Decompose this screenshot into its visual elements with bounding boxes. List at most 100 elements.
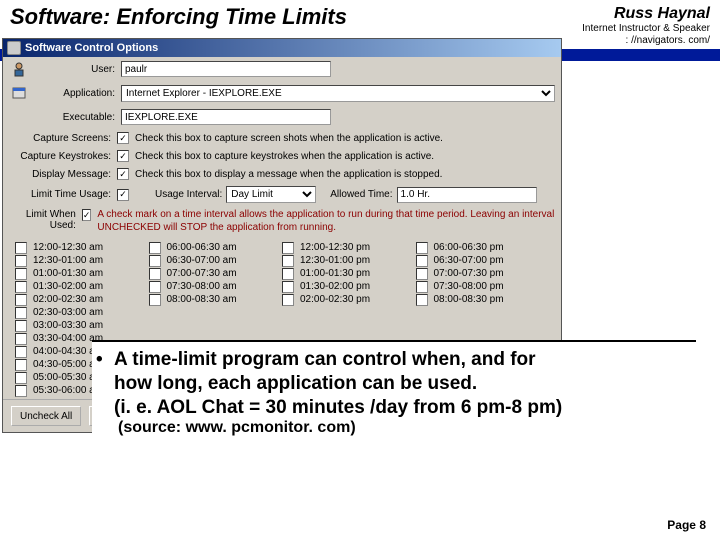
page-number: Page 8 (667, 518, 706, 532)
time-interval-cell[interactable]: 02:00-02:30 am (15, 293, 149, 306)
time-interval-cell[interactable]: 07:00-07:30 pm (416, 267, 550, 280)
time-interval-cell[interactable]: 02:00-02:30 pm (282, 293, 416, 306)
time-interval-label: 12:30-01:00 am (33, 255, 103, 266)
time-interval-cell[interactable]: 06:00-06:30 am (149, 241, 283, 254)
time-interval-cell[interactable]: 12:30-01:00 pm (282, 254, 416, 267)
limit-when-checkbox[interactable]: ✓ (82, 209, 92, 221)
time-interval-checkbox[interactable] (15, 320, 27, 332)
app-row-icon (9, 84, 29, 102)
time-interval-cell[interactable]: 06:30-07:00 am (149, 254, 283, 267)
uncheck-all-button[interactable]: Uncheck All (11, 406, 81, 426)
time-interval-cell[interactable]: 12:00-12:30 am (15, 241, 149, 254)
capture-screens-label: Capture Screens: (9, 133, 117, 144)
capture-keystrokes-checkbox[interactable]: ✓ (117, 150, 129, 162)
usage-interval-select[interactable]: Day Limit (226, 186, 316, 203)
time-interval-cell[interactable]: 06:00-06:30 pm (416, 241, 550, 254)
row-executable: Executable: (3, 105, 561, 129)
time-interval-checkbox[interactable] (282, 294, 294, 306)
time-interval-checkbox[interactable] (149, 281, 161, 293)
time-interval-cell[interactable]: 02:30-03:00 am (15, 306, 149, 319)
time-interval-label: 01:00-01:30 am (33, 268, 103, 279)
dialog-titlebar: Software Control Options (3, 39, 561, 57)
time-interval-cell[interactable]: 07:00-07:30 am (149, 267, 283, 280)
time-interval-label: 12:30-01:00 pm (300, 255, 370, 266)
time-interval-label: 07:00-07:30 am (167, 268, 237, 279)
time-interval-checkbox[interactable] (15, 359, 27, 371)
time-interval-checkbox[interactable] (15, 385, 27, 397)
capture-screens-checkbox[interactable]: ✓ (117, 132, 129, 144)
time-interval-checkbox[interactable] (15, 242, 27, 254)
time-interval-label: 03:00-03:30 am (33, 320, 103, 331)
time-interval-checkbox[interactable] (15, 281, 27, 293)
time-interval-checkbox[interactable] (15, 333, 27, 345)
bullet-line-1: A time-limit program can control when, a… (114, 348, 562, 372)
time-interval-checkbox[interactable] (149, 242, 161, 254)
time-interval-cell (282, 318, 416, 330)
time-interval-checkbox[interactable] (149, 268, 161, 280)
time-interval-checkbox[interactable] (416, 242, 428, 254)
time-interval-checkbox[interactable] (15, 294, 27, 306)
time-interval-cell[interactable]: 03:00-03:30 am (15, 319, 149, 332)
executable-label: Executable: (33, 112, 121, 123)
app-icon (7, 41, 21, 55)
time-interval-checkbox[interactable] (149, 294, 161, 306)
bullet-line-2: how long, each application can be used. (114, 372, 562, 396)
time-interval-checkbox[interactable] (416, 294, 428, 306)
time-interval-label: 06:30-07:00 am (167, 255, 237, 266)
time-interval-checkbox[interactable] (282, 281, 294, 293)
slide-bullet-box: • A time-limit program can control when,… (92, 340, 696, 443)
time-interval-cell (149, 306, 283, 318)
time-interval-label: 06:00-06:30 pm (434, 242, 504, 253)
time-interval-label: 02:00-02:30 am (33, 294, 103, 305)
user-input[interactable] (121, 61, 331, 77)
time-interval-label: 06:30-07:00 pm (434, 255, 504, 266)
time-interval-cell[interactable]: 12:00-12:30 pm (282, 241, 416, 254)
limit-time-checkbox[interactable]: ✓ (117, 189, 129, 201)
row-application: Application: Internet Explorer - IEXPLOR… (3, 81, 561, 105)
author-url: : //navigators. com/ (582, 35, 710, 47)
time-interval-cell[interactable]: 06:30-07:00 pm (416, 254, 550, 267)
time-interval-checkbox[interactable] (282, 255, 294, 267)
limit-when-desc: A check mark on a time interval allows t… (97, 209, 555, 234)
time-interval-label: 12:00-12:30 am (33, 242, 103, 253)
time-interval-label: 07:30-08:00 pm (434, 281, 504, 292)
allowed-time-input[interactable] (397, 187, 537, 203)
time-interval-cell (416, 318, 550, 330)
row-limit-when: Limit When Used: ✓ A check mark on a tim… (3, 206, 561, 237)
time-interval-checkbox[interactable] (15, 255, 27, 267)
time-interval-checkbox[interactable] (416, 281, 428, 293)
time-interval-checkbox[interactable] (15, 372, 27, 384)
time-interval-checkbox[interactable] (15, 268, 27, 280)
time-interval-label: 02:30-03:00 am (33, 307, 103, 318)
time-interval-checkbox[interactable] (282, 242, 294, 254)
application-select[interactable]: Internet Explorer - IEXPLORE.EXE (121, 85, 555, 102)
time-interval-label: 08:00-08:30 pm (434, 294, 504, 305)
time-interval-label: 07:30-08:00 am (167, 281, 237, 292)
time-interval-cell[interactable]: 08:00-08:30 am (149, 293, 283, 306)
time-interval-cell[interactable]: 01:30-02:00 am (15, 280, 149, 293)
time-interval-checkbox[interactable] (15, 307, 27, 319)
time-interval-cell[interactable]: 08:00-08:30 pm (416, 293, 550, 306)
time-interval-checkbox[interactable] (282, 268, 294, 280)
time-interval-cell[interactable]: 07:30-08:00 pm (416, 280, 550, 293)
time-interval-checkbox[interactable] (149, 255, 161, 267)
display-message-checkbox[interactable]: ✓ (117, 168, 129, 180)
row-user: User: (3, 57, 561, 81)
time-interval-checkbox[interactable] (416, 268, 428, 280)
time-interval-checkbox[interactable] (15, 346, 27, 358)
bullet-source: (source: www. pcmonitor. com) (118, 419, 690, 437)
application-label: Application: (33, 88, 121, 99)
time-interval-cell[interactable]: 01:00-01:30 pm (282, 267, 416, 280)
time-interval-label: 01:00-01:30 pm (300, 268, 370, 279)
time-interval-cell[interactable]: 12:30-01:00 am (15, 254, 149, 267)
time-interval-cell[interactable]: 01:30-02:00 pm (282, 280, 416, 293)
time-interval-cell[interactable]: 01:00-01:30 am (15, 267, 149, 280)
executable-input[interactable] (121, 109, 331, 125)
time-interval-checkbox[interactable] (416, 255, 428, 267)
limit-time-label: Limit Time Usage: (9, 189, 117, 200)
time-interval-cell[interactable]: 07:30-08:00 am (149, 280, 283, 293)
row-display-message: Display Message: ✓ Check this box to dis… (3, 165, 561, 183)
bullet-line-3: (i. e. AOL Chat = 30 minutes /day from 6… (114, 396, 562, 420)
capture-keystrokes-label: Capture Keystrokes: (9, 151, 117, 162)
time-interval-cell (416, 306, 550, 318)
